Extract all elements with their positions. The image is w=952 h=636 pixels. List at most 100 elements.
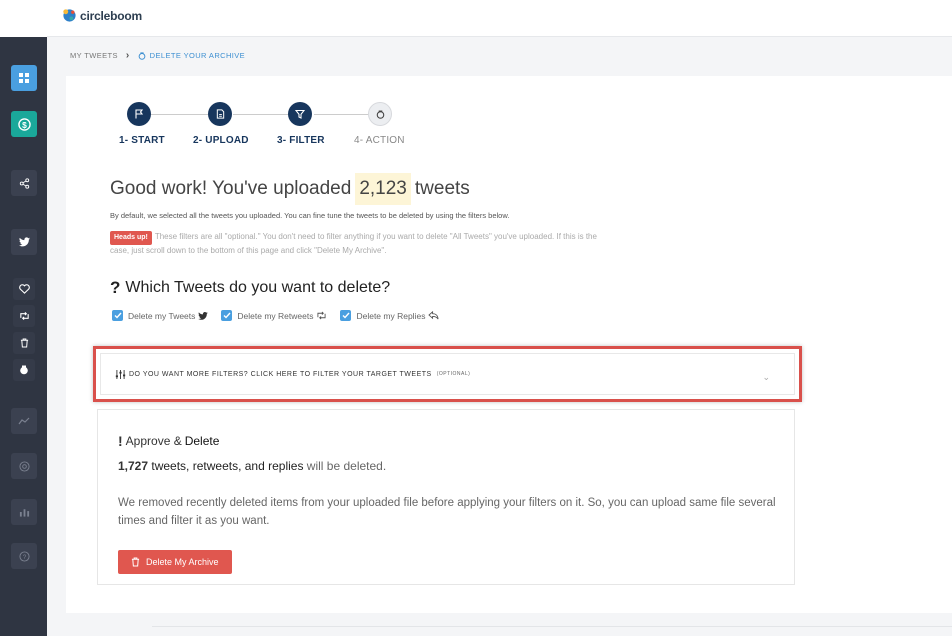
delete-count: 1,727 xyxy=(118,459,149,473)
sidebar-item-pricing[interactable]: $ xyxy=(11,111,37,137)
sidebar-item-target[interactable] xyxy=(11,453,37,479)
intro-text: By default, we selected all the tweets y… xyxy=(110,211,510,220)
headline-prefix: Good work! You've uploaded xyxy=(110,178,352,199)
sidebar-item-delete[interactable] xyxy=(13,332,35,354)
breadcrumb: MY TWEETS › DELETE YOUR ARCHIVE xyxy=(70,50,245,61)
checkbox-delete-tweets[interactable]: Delete my Tweets xyxy=(112,310,209,321)
archive-icon xyxy=(138,51,146,60)
page-title: Good work! You've uploaded 2,123 tweets xyxy=(110,173,470,205)
chart-icon xyxy=(19,509,29,517)
breadcrumb-current-label: DELETE YOUR ARCHIVE xyxy=(149,51,246,60)
step-upload: 2- UPLOAD xyxy=(193,102,249,146)
more-filters-title: DO YOU WANT MORE FILTERS? CLICK HERE TO … xyxy=(115,369,471,379)
sidebar-item-likes[interactable] xyxy=(13,278,35,300)
sidebar-item-dashboard[interactable] xyxy=(11,65,37,91)
step-label: 1- START xyxy=(119,135,165,146)
sliders-icon xyxy=(115,369,126,379)
footer-divider xyxy=(152,626,952,627)
delete-archive-label: Delete My Archive xyxy=(146,557,219,567)
sidebar-item-twitter[interactable] xyxy=(11,229,37,255)
target-icon xyxy=(18,460,30,472)
more-filters-label: DO YOU WANT MORE FILTERS? CLICK HERE TO … xyxy=(129,370,432,378)
main-card: 1- START 2- UPLOAD 3- FILTER 4- ACTION G… xyxy=(66,76,952,613)
question-mark-icon: ? xyxy=(110,278,121,297)
approve-title: ! Approve & Delete xyxy=(118,433,219,449)
chevron-down-icon[interactable]: ⌄ xyxy=(762,372,770,383)
help-icon: ? xyxy=(18,550,30,562)
twitter-icon xyxy=(198,311,209,320)
retweet-icon xyxy=(19,311,29,321)
exclamation-icon: ! xyxy=(118,433,123,449)
section-heading-text: Which Tweets do you want to delete? xyxy=(125,279,391,296)
checkbox-label: Delete my Tweets xyxy=(128,310,196,321)
breadcrumb-current: DELETE YOUR ARCHIVE xyxy=(138,51,245,60)
sidebar-item-help[interactable]: ? xyxy=(11,543,37,569)
trash-icon xyxy=(20,338,28,348)
step-circle xyxy=(288,102,312,126)
checkbox-checked-icon[interactable] xyxy=(340,310,352,321)
trash-icon xyxy=(131,557,140,567)
approve-delete-panel: ! Approve & Delete 1,727 tweets, retweet… xyxy=(97,409,795,585)
analytics-icon xyxy=(18,417,30,425)
archive-icon xyxy=(20,365,28,375)
chevron-right-icon: › xyxy=(125,50,130,61)
top-bar: circleboom xyxy=(47,0,952,37)
delete-archive-button[interactable]: Delete My Archive xyxy=(118,550,232,574)
sidebar-item-archive[interactable] xyxy=(13,359,35,381)
step-circle xyxy=(208,102,232,126)
sidebar-logo-area xyxy=(0,0,47,37)
reply-icon xyxy=(428,311,439,320)
delete-types: tweets, retweets, and replies xyxy=(151,459,304,473)
step-start: 1- START xyxy=(119,102,165,146)
share-icon xyxy=(19,177,29,189)
step-label: 4- ACTION xyxy=(354,135,405,146)
file-icon xyxy=(216,109,224,119)
step-action: 4- ACTION xyxy=(354,102,405,146)
step-label: 3- FILTER xyxy=(277,135,325,146)
checkbox-delete-retweets[interactable]: Delete my Retweets xyxy=(221,310,327,321)
breadcrumb-my-tweets[interactable]: MY TWEETS xyxy=(70,51,118,60)
sidebar-item-reports[interactable] xyxy=(11,499,37,525)
optional-tag: (OPTIONAL) xyxy=(436,371,471,377)
approve-title-b: Delete xyxy=(184,434,220,448)
heads-up-note: Heads up! These filters are all "optional… xyxy=(110,231,610,257)
checkbox-delete-replies[interactable]: Delete my Replies xyxy=(340,310,439,321)
checkbox-checked-icon[interactable] xyxy=(221,310,233,321)
step-circle xyxy=(368,102,392,126)
sidebar-item-retweets[interactable] xyxy=(13,305,35,327)
retweet-icon xyxy=(316,311,327,320)
section-heading: ? Which Tweets do you want to delete? xyxy=(110,278,390,298)
svg-text:?: ? xyxy=(22,554,26,561)
approve-title-a: Approve & xyxy=(125,434,182,448)
uploaded-count: 2,123 xyxy=(355,173,411,205)
checkbox-label: Delete my Replies xyxy=(356,310,426,321)
heads-up-text: These filters are all "optional." You do… xyxy=(110,232,597,255)
sidebar-item-share[interactable] xyxy=(11,170,37,196)
step-filter: 3- FILTER xyxy=(277,102,325,146)
delete-summary-rest: will be deleted. xyxy=(306,459,387,473)
twitter-icon xyxy=(18,237,30,247)
delete-summary: 1,727 tweets, retweets, and replies will… xyxy=(118,459,386,473)
approve-description: We removed recently deleted items from y… xyxy=(118,497,776,527)
checkbox-checked-icon[interactable] xyxy=(112,310,123,321)
stepper: 1- START 2- UPLOAD 3- FILTER 4- ACTION xyxy=(66,102,426,152)
circleboom-logo-icon xyxy=(63,9,76,22)
checkbox-label: Delete my Retweets xyxy=(237,310,314,321)
svg-text:$: $ xyxy=(22,119,27,129)
brand-name: circleboom xyxy=(80,8,143,23)
more-filters-accordion[interactable]: DO YOU WANT MORE FILTERS? CLICK HERE TO … xyxy=(100,353,795,395)
step-label: 2- UPLOAD xyxy=(193,135,249,146)
heart-icon xyxy=(18,284,30,294)
headline-suffix: tweets xyxy=(414,178,470,199)
tweet-type-checkboxes: Delete my Tweets Delete my Retweets Dele… xyxy=(112,310,452,321)
action-icon xyxy=(376,110,384,119)
sidebar-item-analytics[interactable] xyxy=(11,408,37,434)
step-circle xyxy=(127,102,151,126)
heads-up-badge: Heads up! xyxy=(110,231,152,245)
dashboard-icon xyxy=(19,73,29,83)
filter-icon xyxy=(295,109,305,119)
more-filters-highlight: DO YOU WANT MORE FILTERS? CLICK HERE TO … xyxy=(93,346,802,402)
brand-logo[interactable]: circleboom xyxy=(62,8,142,23)
flag-icon xyxy=(135,109,144,119)
dollar-icon: $ xyxy=(17,117,31,131)
